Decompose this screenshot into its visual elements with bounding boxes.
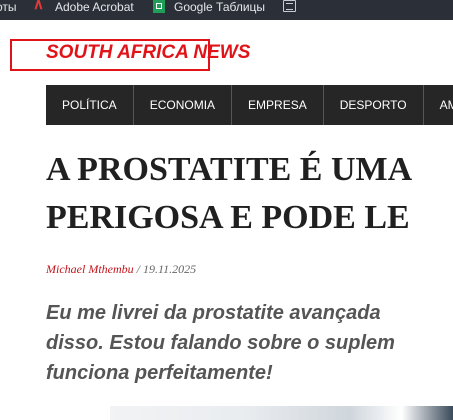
article-lead: Eu me livrei da prostatite avançada diss…: [46, 298, 453, 388]
article-image: [110, 406, 453, 420]
folder-icon: [283, 0, 296, 12]
sheets-icon: [153, 0, 165, 13]
headline-line: PERIGOSA E PODE LE: [46, 199, 410, 236]
article-byline: Michael Mthembu / 19.11.2025: [46, 262, 196, 277]
lead-line: Eu me livrei da prostatite avançada: [46, 302, 381, 324]
lead-line: funciona perfeitamente!: [46, 362, 273, 384]
bookmark-label: Google Таблицы: [174, 0, 266, 14]
article-headline: A PROSTATITE É UMA PERIGOSA E PODE LE: [46, 146, 453, 242]
lead-line: disso. Estou falando sobre o suplem: [46, 332, 395, 354]
bookmarks-bar: оты ∧ Adobe Acrobat Google Таблицы: [0, 0, 453, 20]
author-link[interactable]: Michael Mthembu: [46, 262, 134, 276]
bookmark-folder[interactable]: [283, 0, 296, 17]
bookmark-google-sheets[interactable]: Google Таблицы: [153, 0, 265, 17]
publish-date: 19.11.2025: [142, 262, 197, 276]
headline-line: A PROSTATITE É UMA: [46, 151, 413, 188]
nav-item-empresa[interactable]: EMPRESA: [232, 85, 324, 125]
bookmark-item[interactable]: оты: [0, 0, 17, 17]
nav-item-politica[interactable]: POLÍTICA: [46, 85, 134, 125]
site-logo[interactable]: SOUTH AFRICA NEWS: [46, 42, 250, 64]
nav-item-economia[interactable]: ECONOMIA: [134, 85, 233, 125]
bookmark-adobe-acrobat[interactable]: ∧ Adobe Acrobat: [33, 0, 134, 17]
bookmark-label: оты: [0, 0, 17, 14]
byline-separator: /: [133, 262, 143, 276]
main-nav: POLÍTICA ECONOMIA EMPRESA DESPORTO AM: [46, 85, 453, 125]
nav-item-desporto[interactable]: DESPORTO: [324, 85, 424, 125]
bookmark-label: Adobe Acrobat: [55, 0, 134, 14]
nav-item-am[interactable]: AM: [424, 85, 453, 125]
acrobat-icon: ∧: [33, 0, 44, 13]
